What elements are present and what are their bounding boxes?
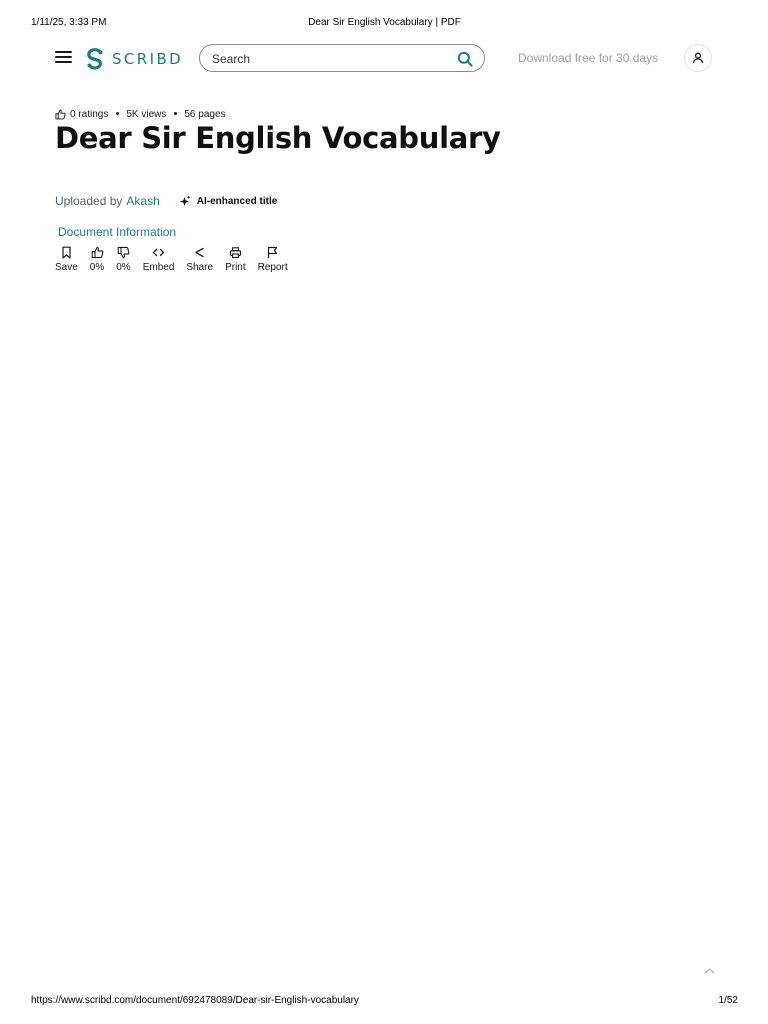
embed-button[interactable]: Embed [142,246,175,278]
scroll-to-top-icon[interactable] [703,966,716,976]
print-label: Print [225,262,246,273]
share-label: Share [186,262,214,273]
top-navigation: SCRIBD Download free for 30 days [55,43,715,75]
document-actions: Save 0% 0% Embed Share Print Report [55,246,300,278]
sparkle-icon [179,194,191,206]
views-count: 5K views [126,108,167,120]
ratings-count: 0 ratings [70,108,109,120]
print-header: 1/11/25, 3:33 PM Dear Sir English Vocabu… [31,17,738,31]
thumbs-up-icon [91,246,103,259]
thumbs-down-icon [117,246,130,259]
flag-icon [268,246,278,258]
downvote-percentage: 0% [116,262,131,273]
thumbs-up-icon [55,109,66,119]
separator-dot [116,111,120,115]
search-icon[interactable] [457,51,473,67]
print-page-title: Dear Sir English Vocabulary | PDF [308,17,461,28]
embed-label: Embed [142,262,175,273]
document-title: Dear Sir English Vocabulary [55,121,501,155]
logo-text: SCRIBD [112,50,184,68]
ai-badge-label: AI-enhanced title [196,195,278,207]
share-button[interactable]: Share [186,246,213,278]
user-account-button[interactable] [684,44,712,72]
user-icon [692,52,704,64]
pages-count: 56 pages [184,108,226,120]
print-url: https://www.scribd.com/document/69247808… [31,995,359,1006]
uploader-row: Uploaded by Akash AI-enhanced title [55,193,277,209]
hamburger-menu-icon[interactable] [55,51,72,65]
document-information-link[interactable]: Document Information [58,225,176,239]
print-footer: https://www.scribd.com/document/69247808… [31,995,738,1009]
download-free-link[interactable]: Download free for 30 days [518,51,658,65]
uploader-link[interactable]: Akash [126,194,159,208]
uploaded-by-label: Uploaded by [55,194,123,208]
share-icon [195,247,204,258]
code-icon [152,248,165,257]
document-stats: 0 ratings 5K views 56 pages [55,107,226,121]
scribd-logo[interactable]: SCRIBD [85,47,183,71]
report-label: Report [257,262,288,273]
save-label: Save [55,262,78,273]
scribd-logo-icon [87,48,103,70]
upvote-button[interactable]: 0% [90,246,104,278]
downvote-button[interactable]: 0% [116,246,131,278]
search-box[interactable] [199,44,485,72]
separator-dot [174,111,178,115]
search-input[interactable] [212,50,442,67]
upvote-percentage: 0% [89,262,105,273]
print-page-counter: 1/52 [718,995,738,1006]
bookmark-icon [62,246,71,259]
print-icon [229,247,241,258]
save-button[interactable]: Save [55,246,78,278]
ai-enhanced-badge: AI-enhanced title [178,194,278,208]
print-button[interactable]: Print [225,246,246,278]
report-button[interactable]: Report [258,246,288,278]
